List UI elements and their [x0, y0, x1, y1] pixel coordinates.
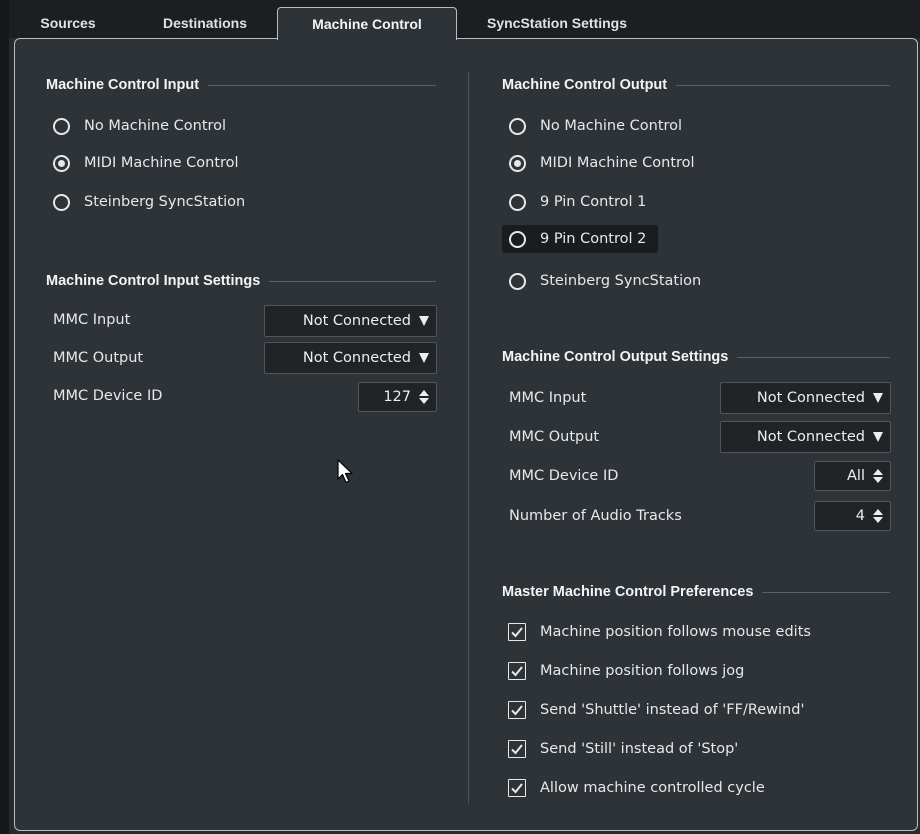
master-machine-control-preferences-header: Master Machine Control Preferences: [502, 584, 890, 600]
radio-selected-dot: [58, 159, 65, 167]
radio-button-icon: [509, 154, 526, 172]
up-down-arrows-icon: [419, 390, 429, 404]
input-mmc-output-dropdown[interactable]: Not Connected: [264, 342, 437, 374]
radio-button-icon: [53, 193, 70, 211]
radio-button-icon: [509, 230, 526, 248]
column-divider: [468, 72, 469, 804]
input-radio-no-machine-control[interactable]: No Machine Control: [53, 112, 226, 140]
section-rule: [208, 84, 436, 86]
input-radio-steinberg-syncstation[interactable]: Steinberg SyncStation: [53, 188, 245, 216]
section-rule: [737, 356, 890, 358]
checkmark-icon: [508, 623, 526, 641]
output-mmc-input-label: MMC Input: [509, 390, 587, 406]
radio-selected-dot: [514, 159, 521, 167]
checkbox-send-still[interactable]: Send 'Still' instead of 'Stop': [508, 737, 738, 761]
audio-tracks-spinner[interactable]: 4: [814, 501, 891, 531]
input-device-id-label: MMC Device ID: [53, 388, 163, 404]
radio-button-icon: [509, 117, 526, 135]
checkmark-icon: [508, 701, 526, 719]
output-radio-midi-machine-control[interactable]: MIDI Machine Control: [509, 149, 695, 177]
section-rule: [762, 591, 890, 593]
output-radio-no-machine-control[interactable]: No Machine Control: [509, 112, 682, 140]
input-mmc-input-dropdown[interactable]: Not Connected: [264, 305, 437, 337]
output-device-id-spinner[interactable]: All: [814, 461, 891, 491]
machine-control-input-header: Machine Control Input: [46, 77, 436, 93]
caret-down-icon: [873, 432, 883, 442]
checkbox-send-shuttle[interactable]: Send 'Shuttle' instead of 'FF/Rewind': [508, 698, 804, 722]
checkbox-follows-jog[interactable]: Machine position follows jog: [508, 659, 744, 683]
caret-down-icon: [873, 393, 883, 403]
audio-tracks-label: Number of Audio Tracks: [509, 508, 682, 524]
input-device-id-spinner[interactable]: 127: [358, 382, 437, 412]
radio-button-icon: [53, 117, 70, 135]
input-mmc-input-label: MMC Input: [53, 312, 131, 328]
section-title: Machine Control Input Settings: [46, 273, 261, 289]
mouse-pointer-icon: [337, 459, 353, 484]
tab-destinations[interactable]: Destinations: [149, 8, 261, 38]
input-radio-midi-machine-control[interactable]: MIDI Machine Control: [53, 149, 239, 177]
radio-button-icon: [509, 272, 526, 290]
output-mmc-output-dropdown[interactable]: Not Connected: [720, 421, 891, 453]
section-title: Machine Control Output Settings: [502, 349, 729, 365]
checkbox-allow-controlled-cycle[interactable]: Allow machine controlled cycle: [508, 776, 765, 800]
radio-button-icon: [509, 193, 526, 211]
section-title: Machine Control Input: [46, 77, 200, 93]
section-title: Machine Control Output: [502, 77, 668, 93]
machine-control-output-settings-header: Machine Control Output Settings: [502, 349, 890, 365]
section-rule: [676, 84, 890, 86]
tab-syncstation-settings[interactable]: SyncStation Settings: [477, 8, 637, 38]
up-down-arrows-icon: [873, 469, 883, 483]
window-left-edge: [0, 0, 9, 834]
input-mmc-output-label: MMC Output: [53, 350, 144, 366]
tab-bar: Sources Destinations Machine Control Syn…: [9, 0, 920, 40]
section-title: Master Machine Control Preferences: [502, 584, 754, 600]
checkmark-icon: [508, 662, 526, 680]
machine-control-output-header: Machine Control Output: [502, 77, 890, 93]
machine-control-input-settings-header: Machine Control Input Settings: [46, 273, 436, 289]
output-device-id-label: MMC Device ID: [509, 468, 619, 484]
section-rule: [269, 280, 436, 282]
output-radio-9-pin-control-2[interactable]: 9 Pin Control 2: [502, 225, 659, 253]
output-radio-9-pin-control-1[interactable]: 9 Pin Control 1: [509, 188, 646, 216]
up-down-arrows-icon: [873, 509, 883, 523]
caret-down-icon: [419, 316, 429, 326]
checkmark-icon: [508, 740, 526, 758]
output-mmc-input-dropdown[interactable]: Not Connected: [720, 382, 891, 414]
caret-down-icon: [419, 353, 429, 363]
output-mmc-output-label: MMC Output: [509, 429, 600, 445]
output-radio-steinberg-syncstation[interactable]: Steinberg SyncStation: [509, 267, 701, 295]
radio-button-icon: [53, 154, 70, 172]
tab-machine-control[interactable]: Machine Control: [277, 7, 457, 40]
checkbox-follows-mouse-edits[interactable]: Machine position follows mouse edits: [508, 620, 811, 644]
tab-sources[interactable]: Sources: [33, 8, 103, 38]
checkmark-icon: [508, 779, 526, 797]
